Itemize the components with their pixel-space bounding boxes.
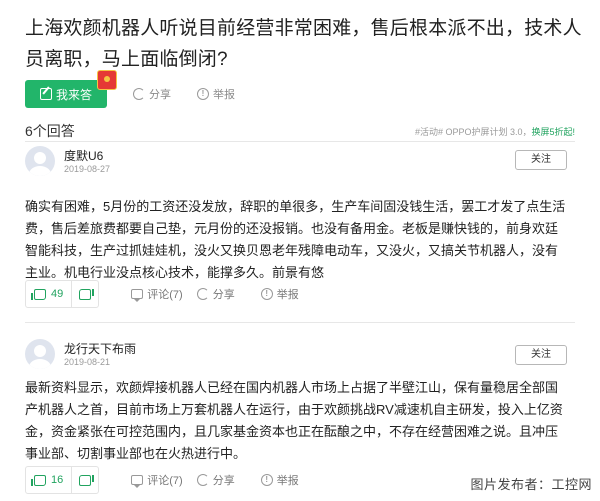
answer-button[interactable]: 我来答 — [25, 70, 117, 108]
red-packet-icon[interactable] — [97, 70, 117, 90]
answer-button-label: 我来答 — [55, 87, 92, 102]
upvote-button[interactable]: 49 — [26, 281, 73, 307]
report-link[interactable]: ! 举报 — [260, 472, 299, 488]
avatar[interactable] — [25, 339, 55, 369]
comment-icon — [131, 475, 144, 488]
downvote-button[interactable] — [72, 467, 98, 493]
share-icon — [196, 474, 209, 486]
share-label: 分享 — [149, 89, 171, 101]
answer-header: 度默U6 2019-08-27 关注 — [25, 146, 585, 182]
share-icon — [196, 288, 209, 300]
question-share-link[interactable]: 分享 — [133, 86, 171, 102]
answer-header: 龙行天下布雨 2019-08-21 关注 — [25, 339, 585, 375]
question-title: 上海欢颜机器人听说目前经营非常困难，售后根本派不出，技术人员离职，马上面临倒闭? — [25, 18, 582, 70]
report-icon: ! — [260, 288, 273, 300]
pen-icon — [39, 88, 52, 100]
answer-count: 6个回答 — [25, 123, 75, 139]
share-link[interactable]: 分享 — [196, 286, 235, 302]
vote-box: 49 — [25, 280, 100, 308]
report-icon: ! — [260, 474, 273, 486]
divider — [25, 141, 575, 142]
report-label: 举报 — [213, 89, 235, 101]
report-label: 举报 — [276, 289, 299, 301]
follow-button[interactable]: 关注 — [515, 345, 567, 365]
vote-box: 16 — [25, 466, 100, 494]
answers-header: 6个回答 #活动# OPPO护屏计划 3.0，换屏5折起! — [25, 121, 575, 141]
answer-content: 最新资料显示，欢颜焊接机器人已经在国内机器人市场上占据了半壁江山，保有量稳居全部… — [25, 380, 563, 461]
upvote-button[interactable]: 16 — [26, 467, 73, 493]
avatar[interactable] — [25, 146, 55, 176]
follow-button[interactable]: 关注 — [515, 150, 567, 170]
thumbs-up-icon — [31, 288, 46, 300]
share-label: 分享 — [212, 475, 235, 487]
comment-icon — [131, 289, 144, 302]
question-actions: 我来答 分享 ! 举报 — [25, 70, 235, 108]
watermark: 图片发布者：工控网 — [470, 477, 592, 492]
answer-footer: 49 评论(7) 分享 ! 举报 — [25, 280, 585, 308]
upvote-count: 16 — [51, 474, 64, 486]
report-link[interactable]: ! 举报 — [260, 286, 299, 302]
promo-highlight: 换屏5折起! — [531, 126, 575, 137]
username[interactable]: 龙行天下布雨 — [64, 340, 136, 357]
upvote-count: 49 — [51, 288, 64, 300]
report-label: 举报 — [276, 475, 299, 487]
answer-card: 度默U6 2019-08-27 关注 确实有困难，5月份的工资还没发放，辞职的单… — [25, 146, 585, 284]
divider — [25, 322, 575, 323]
answer-content: 确实有困难，5月份的工资还没发放，辞职的单很多，生产车间固没钱生活，罢工才发了点… — [25, 199, 566, 280]
comment-link[interactable]: 评论(7) — [131, 286, 183, 302]
report-icon: ! — [197, 88, 209, 100]
answer-date: 2019-08-27 — [64, 164, 111, 174]
share-label: 分享 — [212, 289, 235, 301]
answer-date: 2019-08-21 — [64, 357, 111, 367]
promo-prefix: #活动# OPPO护屏计划 3.0， — [414, 126, 532, 137]
downvote-button[interactable] — [72, 281, 98, 307]
comment-label: 评论(7) — [147, 475, 183, 487]
comment-label: 评论(7) — [147, 289, 183, 301]
share-link[interactable]: 分享 — [196, 472, 235, 488]
thumbs-down-icon — [79, 288, 92, 300]
question-report-link[interactable]: ! 举报 — [197, 86, 235, 102]
thumbs-up-icon — [31, 474, 46, 486]
username[interactable]: 度默U6 — [64, 147, 103, 164]
comment-link[interactable]: 评论(7) — [131, 472, 183, 488]
promo-link[interactable]: #活动# OPPO护屏计划 3.0，换屏5折起! — [415, 125, 575, 138]
answer-card: 龙行天下布雨 2019-08-21 关注 最新资料显示，欢颜焊接机器人已经在国内… — [25, 339, 585, 465]
thumbs-down-icon — [79, 474, 92, 486]
share-icon — [133, 88, 145, 100]
